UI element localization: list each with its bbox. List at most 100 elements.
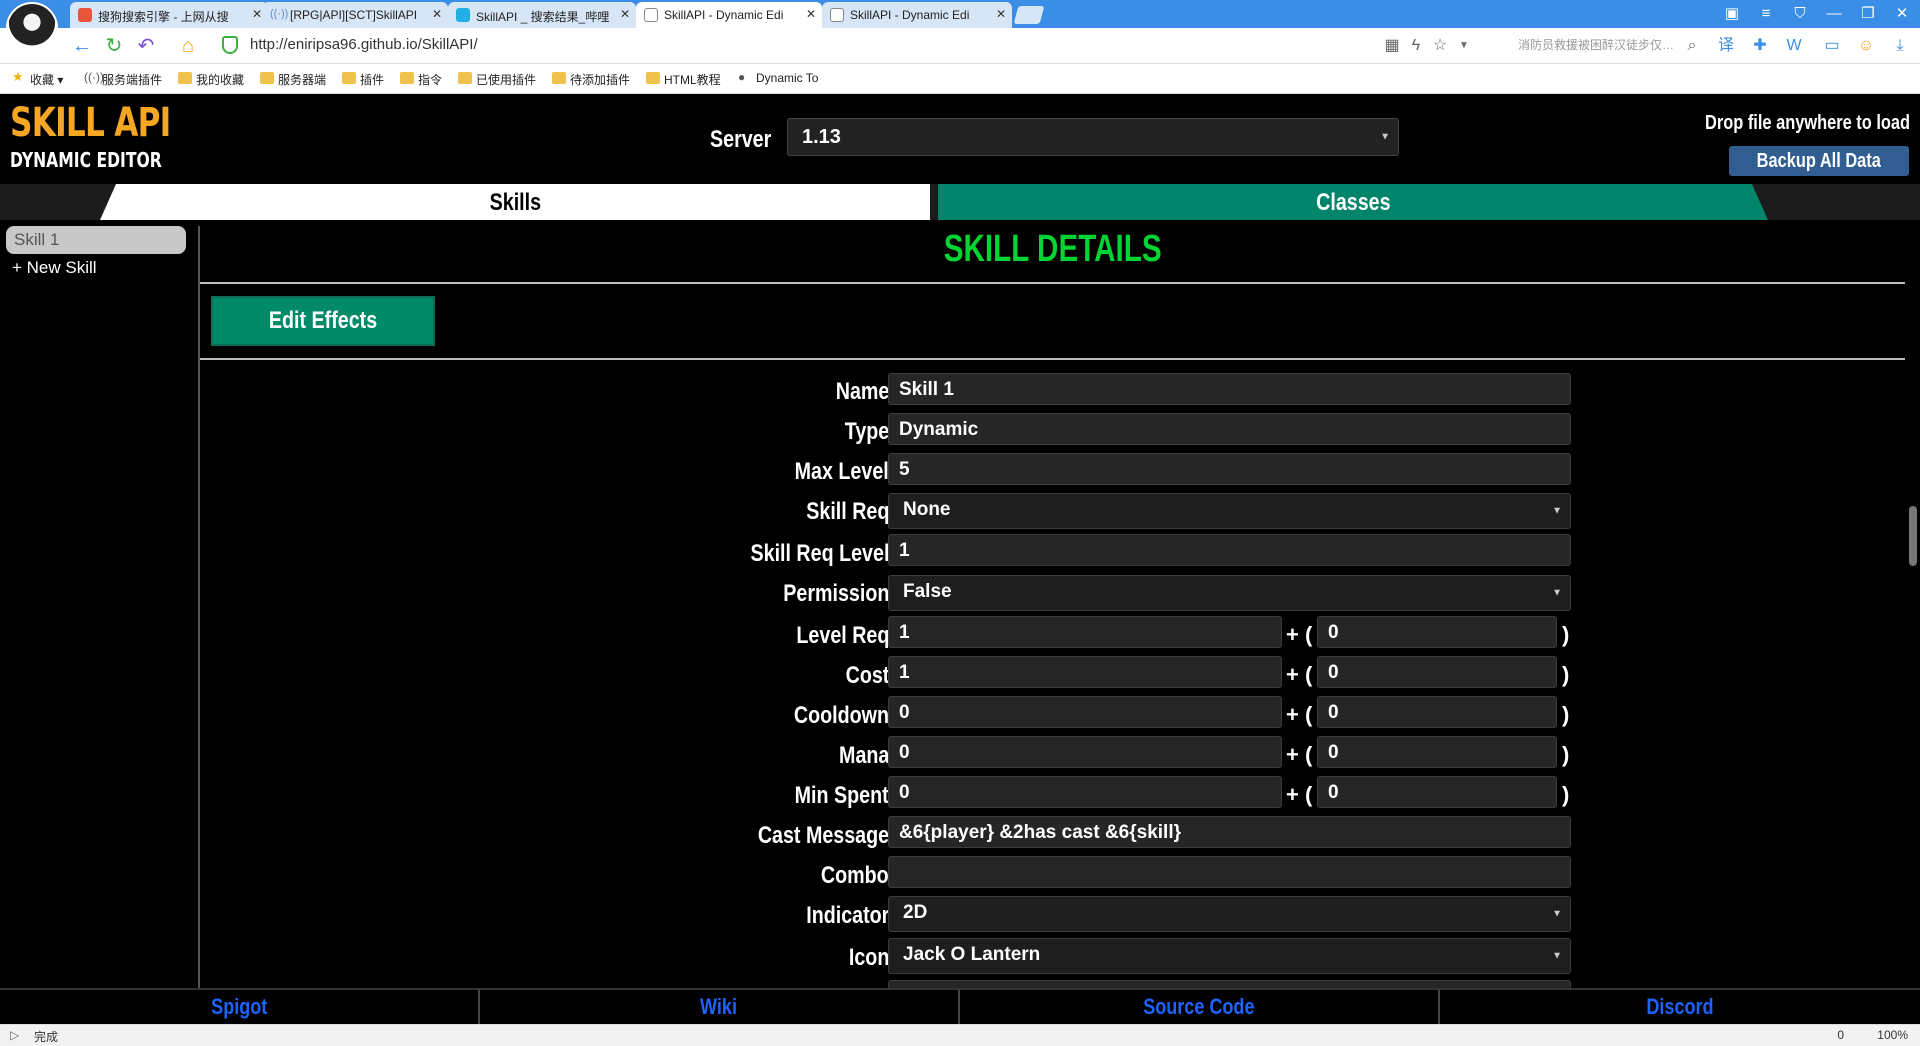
sidebar-toggle-icon[interactable]: ▣ <box>1720 3 1744 25</box>
window-close-icon[interactable]: ✕ <box>1890 3 1914 25</box>
next-field-partial[interactable] <box>888 980 1571 988</box>
bookmark-folder[interactable]: 指令 <box>400 71 442 88</box>
back-arrow-icon[interactable]: ← <box>70 34 94 58</box>
word-icon[interactable]: W <box>1784 36 1804 56</box>
bookmark-folder[interactable]: 已使用插件 <box>458 71 536 88</box>
url-field[interactable]: http://eniripsa96.github.io/SkillAPI/ <box>250 36 478 53</box>
name-label: Name <box>835 378 889 405</box>
close-paren: ) <box>1562 662 1570 687</box>
permission-select[interactable]: False ▼ <box>888 575 1571 611</box>
close-icon[interactable]: ✕ <box>252 7 262 21</box>
footer-link-spigot[interactable]: Spigot <box>0 990 480 1024</box>
puzzle-icon[interactable]: ✚ <box>1750 36 1770 56</box>
translate-icon[interactable]: 译 <box>1716 36 1736 56</box>
undo-icon[interactable]: ↶ <box>134 34 158 58</box>
bookmark-favorites[interactable]: ★ 收藏 ▾ <box>12 69 63 88</box>
footer-link-discord[interactable]: Discord <box>1440 990 1920 1024</box>
browser-tab-3[interactable]: SkillAPI _ 搜索结果_哔哩 ✕ <box>448 2 636 28</box>
min-spent-label: Min Spent <box>794 782 889 809</box>
plus-paren: + ( <box>1286 702 1313 727</box>
server-select[interactable]: 1.13 ▼ <box>787 118 1399 156</box>
footer-link-source-code[interactable]: Source Code <box>960 990 1440 1024</box>
footer-links: Spigot Wiki Source Code Discord <box>0 988 1920 1024</box>
qr-code-icon[interactable]: ▦ <box>1382 36 1402 56</box>
download-icon[interactable]: ⤓ <box>1890 36 1910 56</box>
dropdown-caret-icon: ▼ <box>1552 950 1562 962</box>
sidebar-item-skill-1[interactable]: Skill 1 <box>6 226 186 254</box>
user-avatar[interactable] <box>6 2 58 54</box>
bookmark-folder[interactable]: 服务器端 <box>260 71 326 88</box>
combo-field[interactable] <box>888 856 1571 888</box>
skin-icon[interactable]: ⛉ <box>1788 3 1812 25</box>
cost-base-field[interactable]: 1 <box>888 656 1282 688</box>
type-field[interactable]: Dynamic <box>888 413 1571 445</box>
bookmark-folder[interactable]: HTML教程 <box>646 71 721 88</box>
home-icon[interactable]: ⌂ <box>176 34 200 58</box>
bookmark-item[interactable]: ● Dynamic To <box>738 70 818 85</box>
edit-effects-button[interactable]: Edit Effects <box>211 296 435 346</box>
max-level-field[interactable]: 5 <box>888 453 1571 485</box>
browser-tab-1[interactable]: 搜狗搜索引擎 - 上网从搜 ✕ <box>70 2 268 28</box>
tab-classes[interactable]: Classes <box>938 184 1768 220</box>
screenshot-icon[interactable]: ▭ <box>1822 36 1842 56</box>
emoji-icon[interactable]: ☺ <box>1856 36 1876 56</box>
close-icon[interactable]: ✕ <box>996 7 1006 21</box>
combo-label: Combo <box>821 862 889 889</box>
dropdown-caret-icon: ▼ <box>1380 131 1390 143</box>
close-icon[interactable]: ✕ <box>432 7 442 21</box>
min-spent-base-field[interactable]: 0 <box>888 776 1282 808</box>
browser-tab-4[interactable]: SkillAPI - Dynamic Edi ✕ <box>636 2 822 28</box>
search-input[interactable]: 消防员救援被困醉汉徒步仅… <box>1490 36 1702 56</box>
page-scrollbar[interactable] <box>1905 220 1920 988</box>
tab-skills[interactable]: Skills <box>100 184 930 220</box>
cooldown-base-field[interactable]: 0 <box>888 696 1282 728</box>
zoom-level[interactable]: 100% <box>1877 1028 1908 1042</box>
cost-scale-field[interactable]: 0 <box>1317 656 1557 688</box>
tab-label: SkillAPI - Dynamic Edi <box>850 8 970 22</box>
icon-select[interactable]: Jack O Lantern ▼ <box>888 938 1571 974</box>
main-tabs: Skills Classes <box>0 184 1920 220</box>
minimize-icon[interactable]: — <box>1822 3 1846 25</box>
mana-base-field[interactable]: 0 <box>888 736 1282 768</box>
backup-all-data-button[interactable]: Backup All Data <box>1729 146 1909 176</box>
chevron-down-icon[interactable]: ▼ <box>1454 36 1474 56</box>
browser-tab-2[interactable]: ((·)) [RPG|API][SCT]SkillAPI ✕ <box>262 2 448 28</box>
level-req-base-field[interactable]: 1 <box>888 616 1282 648</box>
skill-req-level-field[interactable]: 1 <box>888 534 1571 566</box>
new-skill-button[interactable]: + New Skill <box>12 258 97 278</box>
new-tab-button[interactable] <box>1013 6 1045 24</box>
bookmark-folder[interactable]: 插件 <box>342 71 384 88</box>
scrollbar-thumb[interactable] <box>1909 506 1917 566</box>
reload-icon[interactable]: ↻ <box>102 34 126 58</box>
folder-icon <box>400 72 414 84</box>
star-icon[interactable]: ☆ <box>1430 36 1450 56</box>
folder-icon <box>260 72 274 84</box>
min-spent-scale-field[interactable]: 0 <box>1317 776 1557 808</box>
mana-scale-field[interactable]: 0 <box>1317 736 1557 768</box>
bookmark-folder[interactable]: 我的收藏 <box>178 71 244 88</box>
icon-label: Icon <box>848 944 889 971</box>
close-icon[interactable]: ✕ <box>806 7 816 21</box>
bookmark-item[interactable]: ((·)) 服务端插件 <box>84 70 162 88</box>
bookmark-folder[interactable]: 待添加插件 <box>552 71 630 88</box>
name-field[interactable]: Skill 1 <box>888 373 1571 405</box>
footer-link-wiki[interactable]: Wiki <box>480 990 960 1024</box>
skill-req-select[interactable]: None ▼ <box>888 493 1571 529</box>
cast-message-field[interactable]: &6{player} &2has cast &6{skill} <box>888 816 1571 848</box>
browser-tab-5[interactable]: SkillAPI - Dynamic Edi ✕ <box>822 2 1012 28</box>
play-icon[interactable]: ▷ <box>10 1028 19 1042</box>
security-shield-icon[interactable] <box>222 36 238 54</box>
indicator-select[interactable]: 2D ▼ <box>888 896 1571 932</box>
cost-label: Cost <box>845 662 889 689</box>
tab-label: [RPG|API][SCT]SkillAPI <box>290 8 418 22</box>
level-req-scale-field[interactable]: 0 <box>1317 616 1557 648</box>
lightning-icon[interactable]: ϟ <box>1406 36 1426 56</box>
search-icon[interactable]: ⌕ <box>1682 36 1702 56</box>
folder-icon <box>458 72 472 84</box>
menu-icon[interactable]: ≡ <box>1754 3 1778 25</box>
restore-icon[interactable]: ❐ <box>1856 3 1880 25</box>
type-label: Type <box>844 418 889 445</box>
bookmarks-bar: ★ 收藏 ▾ ((·)) 服务端插件 我的收藏 服务器端 插件 指令 已使用插件 待… <box>0 64 1920 94</box>
close-icon[interactable]: ✕ <box>620 7 630 21</box>
cooldown-scale-field[interactable]: 0 <box>1317 696 1557 728</box>
